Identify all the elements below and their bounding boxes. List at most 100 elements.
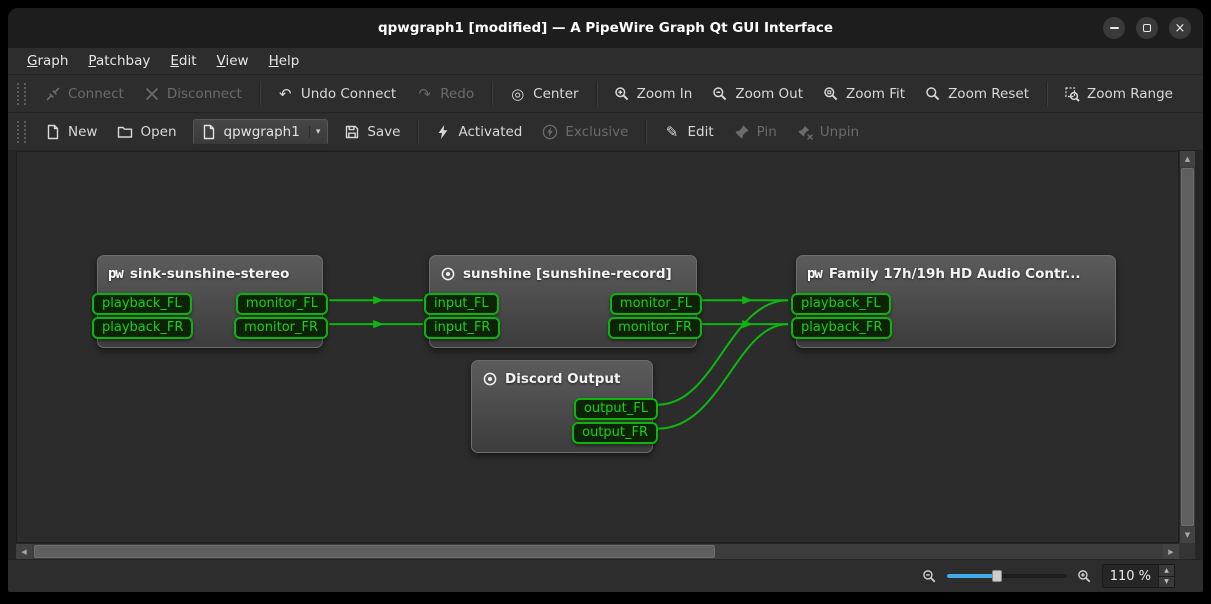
zoom-slider-fill — [947, 574, 997, 578]
connection-arrow — [742, 296, 752, 304]
node-title: sink-sunshine-stereo — [130, 266, 290, 282]
port-sink-monitor-fl[interactable]: monitor_FL — [236, 293, 328, 315]
toolbar-graph: Connect Disconnect ↶ Undo Connect ↷ Redo… — [8, 75, 1203, 113]
maximize-button[interactable] — [1136, 17, 1158, 39]
node-sink-sunshine-stereo[interactable]: pw sink-sunshine-stereo playback_FL moni… — [97, 255, 323, 348]
horizontal-scroll-thumb[interactable] — [34, 545, 715, 558]
activated-icon — [435, 124, 451, 140]
new-file-icon — [45, 124, 61, 140]
open-folder-icon — [117, 124, 133, 140]
exclusive-icon — [542, 124, 558, 140]
undo-icon: ↶ — [277, 86, 294, 102]
patchbay-file-value: qpwgraph1 — [224, 124, 300, 140]
open-button[interactable]: Open — [108, 118, 185, 146]
monitor-icon — [440, 266, 456, 282]
edit-icon: ✎ — [663, 124, 680, 140]
main-area: pw sink-sunshine-stereo playback_FL moni… — [8, 151, 1203, 543]
zoom-in-button[interactable]: Zoom In — [605, 80, 702, 108]
activated-toggle[interactable]: Activated — [426, 118, 531, 146]
monitor-icon — [482, 371, 498, 387]
zoom-reset-button[interactable]: Zoom Reset — [916, 80, 1038, 108]
zoom-spin-down-button[interactable]: ▼ — [1159, 576, 1174, 588]
menu-edit[interactable]: Edit — [161, 50, 205, 72]
scrollbar-corner — [1179, 543, 1195, 559]
arrow-up-icon: ▲ — [1164, 567, 1169, 574]
port-family-playback-fr[interactable]: playback_FR — [791, 317, 892, 339]
graph-canvas[interactable]: pw sink-sunshine-stereo playback_FL moni… — [16, 151, 1179, 543]
menu-graph[interactable]: Graph — [18, 50, 77, 72]
vertical-scroll-track[interactable] — [1180, 167, 1195, 527]
center-button[interactable]: ◎ Center — [500, 80, 587, 108]
toolbar-drag-handle[interactable] — [17, 83, 26, 105]
port-sunshine-input-fl[interactable]: input_FL — [424, 293, 499, 315]
pipewire-icon: pw — [108, 266, 123, 282]
toolbar-separator — [417, 120, 418, 144]
scroll-left-button[interactable]: ◀ — [16, 544, 32, 559]
titlebar[interactable]: qpwgraph1 [modified] — A PipeWire Graph … — [8, 8, 1203, 48]
redo-button[interactable]: ↷ Redo — [407, 80, 483, 108]
horizontal-scrollbar-row: ◀ ▶ — [16, 543, 1195, 559]
ports: playback_FL monitor_FL playback_FR monit… — [98, 293, 322, 347]
node-sunshine[interactable]: sunshine [sunshine-record] input_FL moni… — [429, 255, 697, 348]
menu-patchbay[interactable]: Patchbay — [79, 50, 159, 72]
zoom-out-button[interactable]: Zoom Out — [703, 80, 812, 108]
port-sink-playback-fl[interactable]: playback_FL — [92, 293, 192, 315]
toolbar-separator — [596, 82, 597, 106]
menu-help[interactable]: Help — [260, 50, 309, 72]
menu-view[interactable]: View — [208, 50, 258, 72]
statusbar: 110 % ▲ ▼ — [8, 559, 1203, 592]
zoom-range-button[interactable]: Zoom Range — [1055, 80, 1182, 108]
port-sink-playback-fr[interactable]: playback_FR — [92, 317, 193, 339]
toolbar-drag-handle[interactable] — [17, 121, 26, 143]
zoom-slider-handle[interactable] — [992, 570, 1002, 582]
new-button[interactable]: New — [36, 118, 106, 146]
toolbar-separator — [645, 120, 646, 144]
app-window: qpwgraph1 [modified] — A PipeWire Graph … — [8, 8, 1203, 592]
arrow-down-icon: ▼ — [1185, 531, 1190, 539]
scroll-down-button[interactable]: ▼ — [1180, 527, 1195, 543]
zoom-fit-button[interactable]: Zoom Fit — [814, 80, 914, 108]
port-discord-output-fr[interactable]: output_FR — [572, 422, 658, 444]
save-button[interactable]: Save — [335, 118, 409, 146]
toolbar-patchbay: New Open qpwgraph1 ▾ Save Activated Excl… — [8, 113, 1203, 151]
exclusive-toggle[interactable]: Exclusive — [533, 118, 637, 146]
port-sunshine-monitor-fr[interactable]: monitor_FR — [608, 317, 702, 339]
zoom-value: 110 % — [1103, 569, 1158, 584]
scroll-right-button[interactable]: ▶ — [1163, 544, 1179, 559]
node-header: pw Family 17h/19h HD Audio Contr... — [797, 256, 1115, 291]
patchbay-file-combobox[interactable]: qpwgraph1 ▾ — [193, 119, 329, 145]
arrow-up-icon: ▲ — [1185, 155, 1190, 163]
node-title: sunshine [sunshine-record] — [463, 266, 672, 282]
zoom-slider[interactable] — [947, 568, 1067, 584]
pin-button[interactable]: Pin — [725, 118, 786, 146]
edit-toggle[interactable]: ✎ Edit — [654, 118, 722, 146]
menubar: Graph Patchbay Edit View Help — [8, 48, 1203, 75]
connect-button[interactable]: Connect — [36, 80, 133, 108]
vertical-scrollbar[interactable]: ▲ ▼ — [1179, 151, 1195, 543]
port-sink-monitor-fr[interactable]: monitor_FR — [234, 317, 328, 339]
unpin-button[interactable]: Unpin — [788, 118, 868, 146]
toolbar-separator — [491, 82, 492, 106]
port-discord-output-fl[interactable]: output_FL — [574, 398, 658, 420]
horizontal-scroll-track[interactable] — [32, 544, 1163, 559]
node-family-hd-audio[interactable]: pw Family 17h/19h HD Audio Contr... play… — [796, 255, 1116, 348]
port-sunshine-monitor-fl[interactable]: monitor_FL — [610, 293, 702, 315]
zoom-spin-up-button[interactable]: ▲ — [1159, 565, 1174, 576]
redo-icon: ↷ — [416, 86, 433, 102]
disconnect-button[interactable]: Disconnect — [135, 80, 251, 108]
port-sunshine-input-fr[interactable]: input_FR — [424, 317, 500, 339]
node-discord-output[interactable]: Discord Output output_FL output_FR — [471, 360, 653, 453]
zoom-spinbox[interactable]: 110 % ▲ ▼ — [1102, 564, 1175, 588]
chevron-down-icon: ▾ — [309, 126, 321, 138]
zoom-out-icon[interactable] — [922, 569, 937, 584]
horizontal-scrollbar[interactable]: ◀ ▶ — [16, 543, 1179, 559]
vertical-scroll-thumb[interactable] — [1181, 168, 1194, 526]
minimize-button[interactable] — [1103, 17, 1125, 39]
scroll-up-button[interactable]: ▲ — [1180, 151, 1195, 167]
port-family-playback-fl[interactable]: playback_FL — [791, 293, 891, 315]
close-button[interactable]: × — [1169, 17, 1191, 39]
maximize-icon — [1143, 24, 1151, 32]
close-icon: × — [1175, 22, 1186, 35]
zoom-in-icon[interactable] — [1077, 569, 1092, 584]
undo-connect-button[interactable]: ↶ Undo Connect — [268, 80, 405, 108]
